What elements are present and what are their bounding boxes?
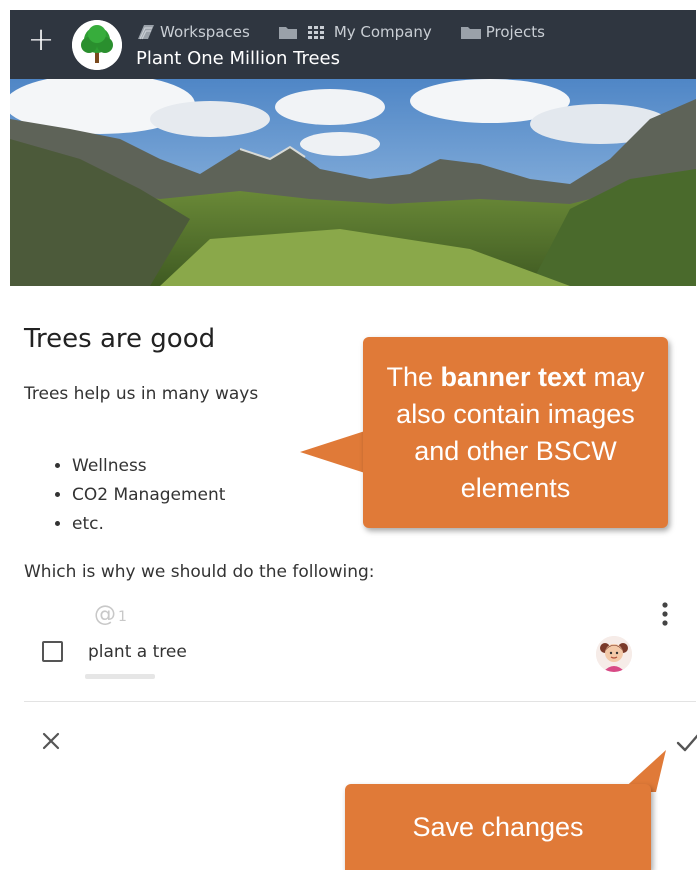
mention-count: 1 (118, 609, 127, 625)
task-progress-bar (85, 674, 155, 679)
breadcrumb-label: Workspaces (160, 23, 250, 41)
avatar[interactable] (596, 636, 632, 672)
task-label[interactable]: plant a tree (88, 642, 187, 662)
task-checkbox[interactable] (42, 641, 63, 662)
callout-text-bold: banner text (440, 361, 587, 392)
breadcrumb-workspaces[interactable]: Workspaces (136, 23, 250, 41)
workspaces-icon (138, 25, 154, 40)
banner-outro: Which is why we should do the following: (24, 562, 375, 582)
banner-image (10, 79, 696, 286)
bullet-list: Wellness CO2 Management etc. (24, 452, 225, 539)
close-icon[interactable] (40, 730, 62, 752)
banner-intro: Trees help us in many ways (24, 384, 259, 404)
callout-pointer (300, 430, 368, 474)
grid-icon (307, 26, 324, 39)
breadcrumb-my-company[interactable]: My Company (278, 23, 432, 41)
page-title: Plant One Million Trees (136, 48, 341, 69)
breadcrumb-projects[interactable]: Projects (460, 23, 545, 41)
more-options-icon[interactable] (660, 601, 670, 629)
tree-logo[interactable] (72, 20, 122, 70)
breadcrumb-label: Projects (485, 23, 545, 41)
callout-text: Save changes (412, 811, 584, 842)
top-bar: + Workspaces My Company Projects Plant O… (10, 10, 696, 79)
breadcrumb: Workspaces My Company Projects (136, 22, 573, 42)
plus-icon[interactable]: + (26, 23, 56, 55)
save-changes-callout: Save changes (345, 784, 651, 870)
list-item: Wellness (72, 452, 225, 481)
list-item: etc. (72, 510, 225, 539)
folder-icon (278, 27, 297, 39)
mention-badge[interactable]: @1 (94, 602, 127, 627)
list-item: CO2 Management (72, 481, 225, 510)
folder-icon (460, 27, 481, 39)
breadcrumb-label: My Company (333, 23, 432, 41)
banner-heading: Trees are good (24, 324, 216, 354)
checkmark-icon[interactable] (675, 729, 697, 755)
callout-text: The (386, 361, 441, 392)
divider (24, 701, 696, 702)
banner-text-callout: The banner text may also contain images … (363, 337, 668, 528)
